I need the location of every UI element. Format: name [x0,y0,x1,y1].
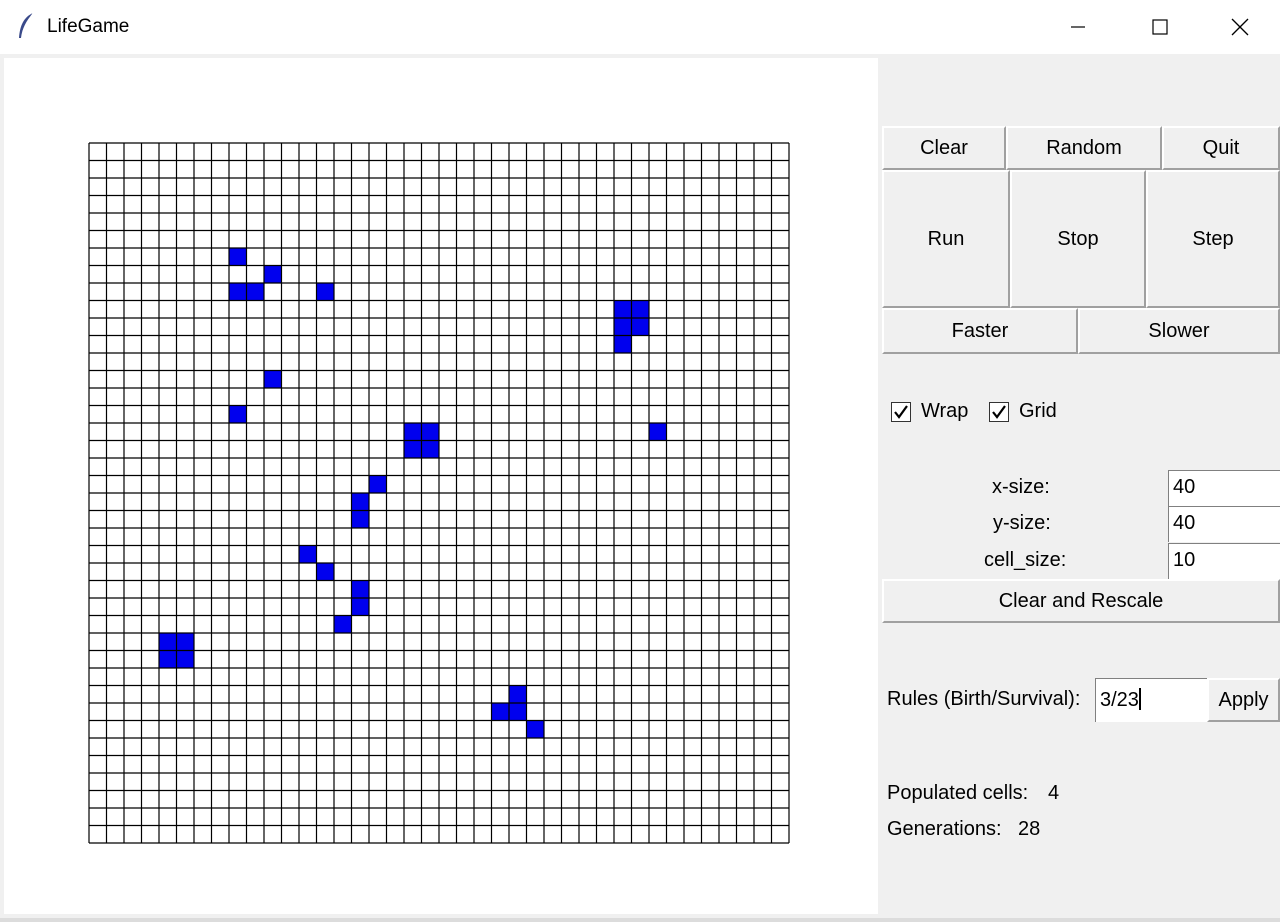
generations-label: Generations: [887,818,1002,840]
live-cell[interactable] [351,580,370,599]
feather-icon [19,12,34,38]
main-window: Clear Random Quit Run Stop Step Faster S… [0,54,1280,918]
live-cell[interactable] [369,475,387,494]
populated-cells-value: 4 [1048,782,1060,804]
grid-checkbox[interactable] [989,401,1009,422]
rules-value: 3/23 [1100,689,1139,711]
y-size-input[interactable]: 40 [1168,506,1280,542]
close-icon [1231,18,1249,36]
live-cell[interactable] [316,283,335,301]
wrap-label: Wrap [921,400,969,422]
clear-and-rescale-button[interactable]: Clear and Rescale [882,579,1280,623]
minimize-icon [1071,26,1085,28]
live-cell[interactable] [649,423,667,441]
window-bottom-edge [0,918,1280,922]
live-cell[interactable] [614,318,632,336]
live-cell[interactable] [264,265,282,284]
slower-button[interactable]: Slower [1078,308,1280,354]
run-button[interactable]: Run [882,170,1010,308]
maximize-icon [1152,19,1168,35]
title-bar: LifeGame [0,0,1280,54]
live-cell[interactable] [421,440,440,459]
window-title: LifeGame [47,16,130,37]
live-cell[interactable] [351,510,370,529]
live-cell[interactable] [631,318,650,336]
populated-cells-label: Populated cells: [887,782,1029,804]
live-cell[interactable] [159,633,177,651]
checkmark-icon [894,404,908,419]
grid-label: Grid [1019,400,1057,422]
rules-input[interactable]: 3/23 [1095,678,1207,722]
live-cell[interactable] [176,650,195,669]
live-cell[interactable] [351,493,370,511]
board-canvas[interactable] [4,58,878,914]
live-cell[interactable] [509,703,527,721]
live-cell[interactable] [299,545,317,564]
checkmark-icon [992,404,1006,419]
live-cell[interactable] [229,283,247,301]
live-cell[interactable] [334,615,352,634]
x-size-input[interactable]: 40 [1168,470,1280,506]
step-button[interactable]: Step [1146,170,1280,308]
live-cell[interactable] [526,720,545,739]
quit-button[interactable]: Quit [1162,126,1280,170]
faster-button[interactable]: Faster [882,308,1078,354]
life-board[interactable] [88,142,790,844]
rules-label: Rules (Birth/Survival): [887,688,1081,710]
live-cell[interactable] [229,248,247,266]
wrap-checkbox[interactable] [891,401,911,422]
cell-size-label: cell_size: [984,549,1067,571]
close-button[interactable] [1200,0,1280,54]
live-cell[interactable] [404,423,422,441]
random-button[interactable]: Random [1006,126,1162,170]
live-cell[interactable] [631,300,650,319]
live-cell[interactable] [246,283,265,301]
clear-button[interactable]: Clear [882,126,1006,170]
live-cell[interactable] [491,703,510,721]
maximize-button[interactable] [1120,0,1200,54]
y-size-label: y-size: [993,512,1051,534]
live-cell[interactable] [614,335,632,354]
apply-button[interactable]: Apply [1207,678,1280,722]
live-cell[interactable] [421,423,440,441]
live-cell[interactable] [509,685,527,704]
x-size-label: x-size: [992,476,1050,498]
live-cell[interactable] [159,650,177,669]
live-cell[interactable] [229,405,247,424]
live-cell[interactable] [316,563,335,581]
text-caret [1138,688,1141,710]
cell-size-input[interactable]: 10 [1168,543,1280,579]
wrap-option[interactable]: Wrap [891,400,968,423]
stop-button[interactable]: Stop [1010,170,1146,308]
live-cell[interactable] [264,370,282,389]
minimize-button[interactable] [1038,0,1118,54]
live-cell[interactable] [614,300,632,319]
live-cell[interactable] [404,440,422,459]
grid-option[interactable]: Grid [989,400,1057,423]
live-cell[interactable] [351,598,370,616]
generations-value: 28 [1018,818,1041,840]
live-cell[interactable] [176,633,195,651]
